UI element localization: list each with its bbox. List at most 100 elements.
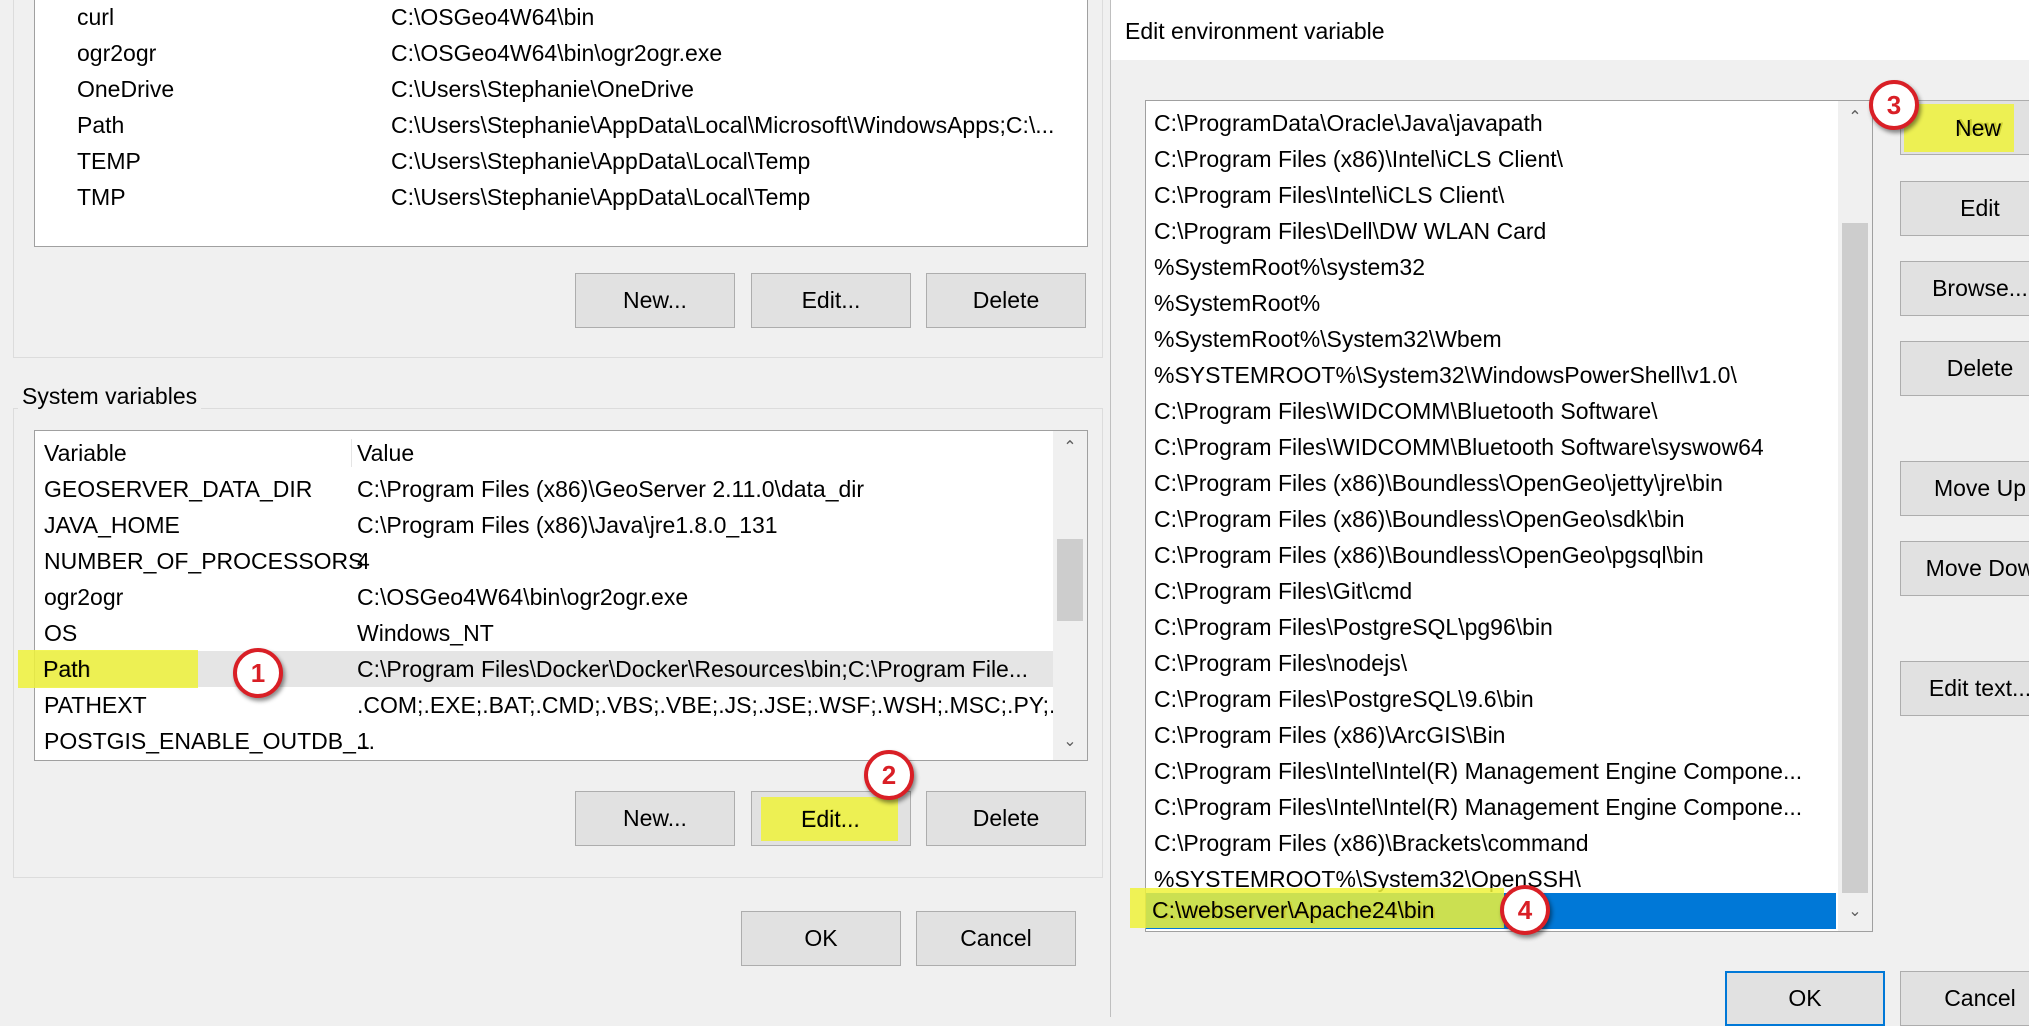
user-variables-list[interactable]: curl C:\OSGeo4W64\bin ogr2ogr C:\OSGeo4W64… [34,0,1088,247]
list-item[interactable]: ogr2ogr C:\OSGeo4W64\bin\ogr2ogr.exe [35,579,1087,615]
path-list-scrollbar[interactable]: ⌃ ⌄ [1838,101,1872,931]
new-button-label-overlay: New [1955,115,2002,141]
path-entry[interactable]: C:\Program Files\PostgreSQL\pg96\bin [1146,609,1872,645]
scroll-up-icon[interactable]: ⌃ [1053,437,1087,457]
path-entry[interactable]: C:\Program Files (x86)\Boundless\OpenGeo… [1146,537,1872,573]
path-entry-text: C:\Program Files\Intel\Intel(R) Manageme… [1154,794,1803,820]
cancel-button[interactable]: Cancel [916,911,1076,966]
path-entry-text: %SYSTEMROOT%\System32\WindowsPowerShell\… [1154,362,1737,388]
path-entry-text: C:\Program Files (x86)\Boundless\OpenGeo… [1154,542,1704,568]
user-new-button[interactable]: New... [575,273,735,328]
user-delete-button[interactable]: Delete [926,273,1086,328]
variable-value: C:\Program Files\Docker\Docker\Resources… [357,656,1029,682]
system-variables-label: System variables [18,378,202,414]
path-entry[interactable]: %SystemRoot%\System32\Wbem [1146,321,1872,357]
annotation-badge-4: 4 [1500,885,1550,935]
environment-variables-dialog: curl C:\OSGeo4W64\bin ogr2ogr C:\OSGeo4W64… [0,0,1110,1017]
scroll-up-icon[interactable]: ⌃ [1838,107,1872,127]
cancel-button[interactable]: Cancel [1900,971,2029,1026]
system-variables-list[interactable]: Variable Value GEOSERVER_DATA_DIR C:\Prog… [34,430,1088,761]
path-entry-text: C:\Program Files\Intel\iCLS Client\ [1154,182,1505,208]
value-column-header[interactable]: Value [357,435,414,471]
variable-value: C:\Users\Stephanie\AppData\Local\Microso… [391,112,1055,138]
move-down-button[interactable]: Move Dow [1900,541,2029,596]
list-item[interactable]: curl C:\OSGeo4W64\bin [43,0,1087,35]
path-entry[interactable]: %SYSTEMROOT%\System32\WindowsPowerShell\… [1146,357,1872,393]
path-entry[interactable]: C:\Program Files\Intel\iCLS Client\ [1146,177,1872,213]
path-entry[interactable]: C:\Program Files\WIDCOMM\Bluetooth Softw… [1146,429,1872,465]
annotation-badge-2: 2 [864,750,914,800]
path-entry-text: C:\Program Files\Intel\Intel(R) Manageme… [1154,758,1803,784]
edit-button[interactable]: Edit [1900,181,2029,236]
path-entry[interactable]: C:\Program Files (x86)\Intel\iCLS Client… [1146,141,1872,177]
variable-value: C:\OSGeo4W64\bin\ogr2ogr.exe [357,584,689,610]
path-entry[interactable]: C:\Program Files (x86)\Boundless\OpenGeo… [1146,465,1872,501]
list-item[interactable]: NUMBER_OF_PROCESSORS 4 [35,543,1087,579]
list-item[interactable]: JAVA_HOME C:\Program Files (x86)\Java\jre… [35,507,1087,543]
variable-name: Path [77,112,125,138]
variable-value: C:\OSGeo4W64\bin\ogr2ogr.exe [391,40,723,66]
path-entry[interactable]: %SystemRoot% [1146,285,1872,321]
edit-button-label-overlay: Edit... [801,806,860,832]
scroll-down-icon[interactable]: ⌄ [1053,731,1087,751]
path-entry[interactable]: C:\Program Files\Intel\Intel(R) Manageme… [1146,753,1872,789]
header-divider [351,439,352,467]
path-entry-text: C:\Program Files\WIDCOMM\Bluetooth Softw… [1154,434,1764,460]
list-item[interactable]: OS Windows_NT [35,615,1087,651]
variable-name: POSTGIS_ENABLE_OUTDB_... [44,728,376,754]
list-item[interactable]: TEMP C:\Users\Stephanie\AppData\Local\Tem… [43,143,1087,179]
path-entry-text: C:\Program Files\Git\cmd [1154,578,1413,604]
path-entry-text: C:\Program Files\WIDCOMM\Bluetooth Softw… [1154,398,1658,424]
variable-value: 1 [357,728,370,754]
path-entry[interactable]: C:\Program Files\PostgreSQL\9.6\bin [1146,681,1872,717]
list-header: Variable Value [35,435,1087,471]
variable-value: 4 [357,548,370,574]
ok-button[interactable]: OK [1725,971,1885,1026]
variable-column-header[interactable]: Variable [44,435,127,471]
path-entry[interactable]: C:\Program Files (x86)\Brackets\command [1146,825,1872,861]
path-entry[interactable]: C:\Program Files\nodejs\ [1146,645,1872,681]
scroll-down-icon[interactable]: ⌄ [1838,901,1872,921]
path-entry[interactable]: C:\Program Files\WIDCOMM\Bluetooth Softw… [1146,393,1872,429]
system-list-scrollbar[interactable]: ⌃ ⌄ [1053,431,1087,760]
variable-name: NUMBER_OF_PROCESSORS [44,548,364,574]
ok-button[interactable]: OK [741,911,901,966]
path-entry-text: C:\Program Files\nodejs\ [1154,650,1408,676]
list-item[interactable]: GEOSERVER_DATA_DIR C:\Program Files (x86)… [35,471,1087,507]
variable-name: OneDrive [77,76,175,102]
path-entry[interactable]: C:\ProgramData\Oracle\Java\javapath [1146,105,1872,141]
list-item[interactable]: POSTGIS_ENABLE_OUTDB_... 1 [35,723,1087,759]
list-item[interactable]: OneDrive C:\Users\Stephanie\OneDrive [43,71,1087,107]
new-path-entry-overlay: C:\webserver\Apache24\bin [1152,897,1435,923]
path-entry[interactable]: C:\Program Files\Dell\DW WLAN Card [1146,213,1872,249]
edit-environment-variable-dialog: Edit environment variable C:\ProgramData… [1110,0,2029,1026]
variable-name: TMP [77,184,126,210]
path-entry-text: %SystemRoot%\System32\Wbem [1154,326,1502,352]
list-item[interactable]: Path C:\Users\Stephanie\AppData\Local\Mic… [43,107,1087,143]
list-item[interactable]: PATHEXT .COM;.EXE;.BAT;.CMD;.VBS;.VBE;.JS… [35,687,1087,723]
user-edit-button[interactable]: Edit... [751,273,911,328]
variable-name: curl [77,4,115,30]
path-entry[interactable]: C:\Program Files (x86)\ArcGIS\Bin [1146,717,1872,753]
system-new-button[interactable]: New... [575,791,735,846]
edit-text-button[interactable]: Edit text... [1900,661,2029,716]
scroll-thumb[interactable] [1057,539,1083,621]
move-up-button[interactable]: Move Up [1900,461,2029,516]
path-entry-text: C:\Program Files (x86)\ArcGIS\Bin [1154,722,1506,748]
path-entry-text: %SystemRoot% [1154,290,1321,316]
system-delete-button[interactable]: Delete [926,791,1086,846]
variable-value: C:\Users\Stephanie\AppData\Local\Temp [391,148,811,174]
variable-value: .COM;.EXE;.BAT;.CMD;.VBS;.VBE;.JS;.JSE;.… [357,692,1088,718]
delete-button[interactable]: Delete [1900,341,2029,396]
path-entries-list[interactable]: C:\ProgramData\Oracle\Java\javapath C:\Pr… [1145,100,1873,932]
scroll-thumb[interactable] [1842,223,1868,893]
path-entry[interactable]: %SystemRoot%\system32 [1146,249,1872,285]
path-entry[interactable]: C:\Program Files\Git\cmd [1146,573,1872,609]
browse-button[interactable]: Browse... [1900,261,2029,316]
path-entry-text: C:\Program Files (x86)\Intel\iCLS Client… [1154,146,1564,172]
path-entry[interactable]: C:\Program Files (x86)\Boundless\OpenGeo… [1146,501,1872,537]
annotation-badge-1: 1 [233,648,283,698]
list-item[interactable]: ogr2ogr C:\OSGeo4W64\bin\ogr2ogr.exe [43,35,1087,71]
list-item[interactable]: TMP C:\Users\Stephanie\AppData\Local\Temp [43,179,1087,215]
path-entry[interactable]: C:\Program Files\Intel\Intel(R) Manageme… [1146,789,1872,825]
